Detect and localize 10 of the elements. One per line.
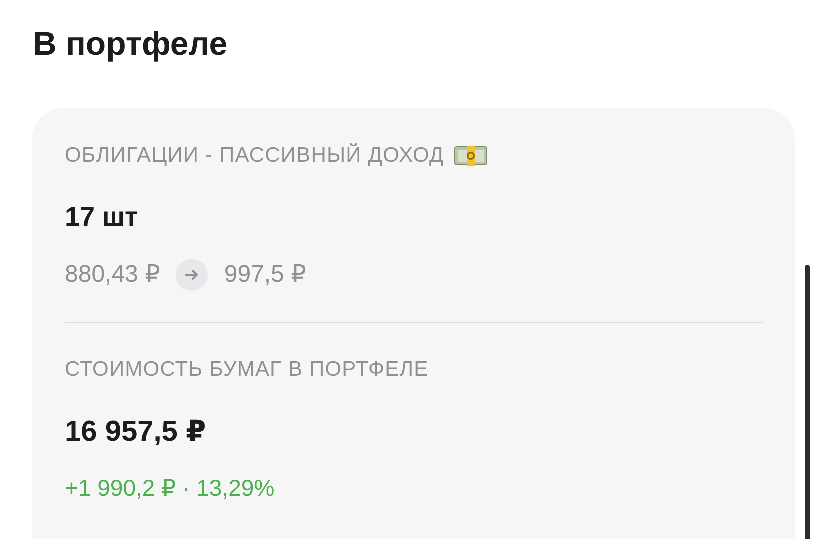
value-label: СТОИМОСТЬ БУМАГ В ПОРТФЕЛЕ bbox=[65, 357, 429, 383]
purchase-price: 880,43 ₽ bbox=[65, 260, 160, 290]
quantity: 17 шт bbox=[65, 201, 140, 234]
scrollbar[interactable] bbox=[805, 265, 810, 539]
bond-name: ОБЛИГАЦИИ - ПАССИВНЫЙ ДОХОД bbox=[65, 142, 444, 169]
section-title: В портфеле bbox=[33, 24, 229, 64]
value-change: +1 990,2 ₽ · 13,29% bbox=[65, 474, 276, 503]
banknote-icon bbox=[454, 145, 488, 167]
portfolio-value: 16 957,5 ₽ bbox=[65, 415, 208, 450]
current-price: 997,5 ₽ bbox=[224, 260, 306, 290]
